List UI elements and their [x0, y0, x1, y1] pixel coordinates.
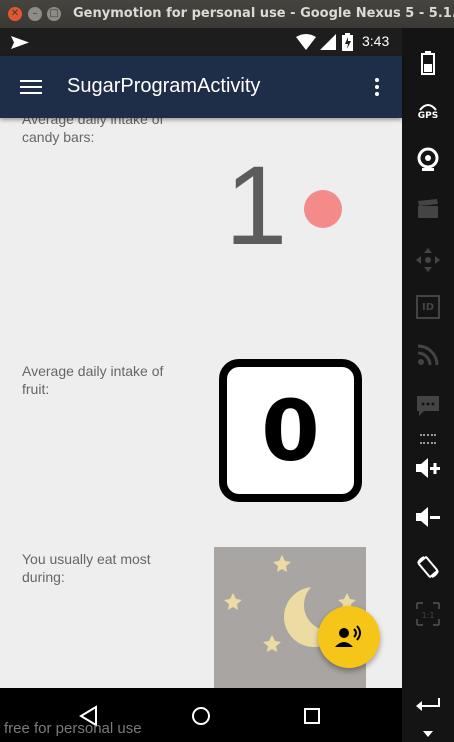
eating-time-label: You usually eat most during: [22, 551, 151, 585]
pixel-ratio-label: 1:1 [422, 611, 435, 620]
wifi-icon [296, 34, 316, 50]
volume-up-button[interactable] [402, 455, 454, 481]
panel-divider [420, 434, 436, 444]
candy-intake-label: Average daily intake of candy bars: [22, 118, 164, 145]
battery-widget-button[interactable] [402, 50, 454, 76]
more-vert-icon [375, 78, 379, 96]
message-icon [417, 396, 439, 416]
window-maximize-button[interactable]: □ [47, 7, 61, 21]
window-close-button[interactable]: ✕ [8, 7, 22, 21]
menu-button[interactable] [20, 78, 42, 96]
window-title: Genymotion for personal use - Google Nex… [73, 6, 454, 21]
hamburger-menu-icon [20, 80, 42, 94]
rotate-button[interactable] [402, 553, 454, 581]
fruit-intake-label: Average daily intake of fruit: [22, 363, 164, 397]
return-icon [416, 698, 440, 711]
app-toolbar: SugarProgramActivity [0, 56, 402, 118]
content-area[interactable]: Average daily intake of candy bars: 1 Av… [0, 118, 402, 688]
capture-widget-button[interactable] [402, 197, 454, 221]
window-minimize-button[interactable]: – [28, 7, 42, 21]
candy-indicator-dot [304, 190, 342, 228]
home-button[interactable] [190, 705, 212, 731]
network-widget-button[interactable] [402, 342, 454, 368]
gps-widget-label: GPS [417, 111, 439, 121]
volume-down-button[interactable] [402, 504, 454, 530]
home-icon [192, 707, 210, 725]
signal-icon [320, 34, 336, 50]
recents-icon [304, 708, 320, 724]
fruit-intake-value: 0 [261, 381, 320, 480]
candy-intake-value: 1 [225, 143, 288, 268]
screen-rotation-icon [417, 556, 439, 578]
dpad-icon [416, 248, 440, 272]
emulator-side-panel [402, 28, 454, 742]
side-panel-expand-button[interactable] [402, 728, 454, 740]
camera-widget-button[interactable] [402, 146, 454, 174]
fruit-intake-tile: 0 [219, 359, 362, 502]
window-titlebar: ✕ – □ Genymotion for personal use - Goog… [0, 0, 454, 28]
overflow-menu-button[interactable] [368, 76, 386, 98]
device-id-widget-button[interactable]: ID [402, 294, 454, 320]
status-bar: 3:43 [0, 28, 402, 56]
battery-icon [342, 33, 353, 51]
clapperboard-icon [418, 199, 438, 218]
rss-icon [417, 344, 439, 366]
device-id-icon: ID [416, 295, 440, 319]
toolbar-title: SugarProgramActivity [67, 75, 261, 97]
minimize-icon: – [32, 8, 38, 19]
volume-down-icon [416, 507, 440, 527]
recents-button[interactable] [303, 707, 321, 729]
close-icon: ✕ [10, 8, 20, 19]
webcam-icon [417, 147, 439, 171]
volume-up-icon [416, 458, 440, 478]
emulator-back-button[interactable] [402, 694, 454, 716]
pixel-perfect-button[interactable]: 1:1 [402, 600, 454, 628]
voice-fab-button[interactable] [318, 606, 380, 668]
status-time: 3:43 [362, 33, 390, 49]
maximize-icon: □ [49, 8, 59, 19]
pixel-perfect-icon: 1:1 [416, 602, 440, 626]
send-notification-icon [11, 36, 29, 49]
battery-widget-icon [421, 51, 435, 75]
gps-widget-button[interactable]: GPS [402, 100, 454, 124]
personal-use-watermark: free for personal use [4, 720, 142, 737]
chevron-down-icon [423, 731, 433, 737]
gps-signal-icon [419, 104, 437, 111]
sms-widget-button[interactable] [402, 393, 454, 419]
record-voice-icon [335, 625, 361, 647]
dpad-widget-button[interactable] [402, 248, 454, 272]
